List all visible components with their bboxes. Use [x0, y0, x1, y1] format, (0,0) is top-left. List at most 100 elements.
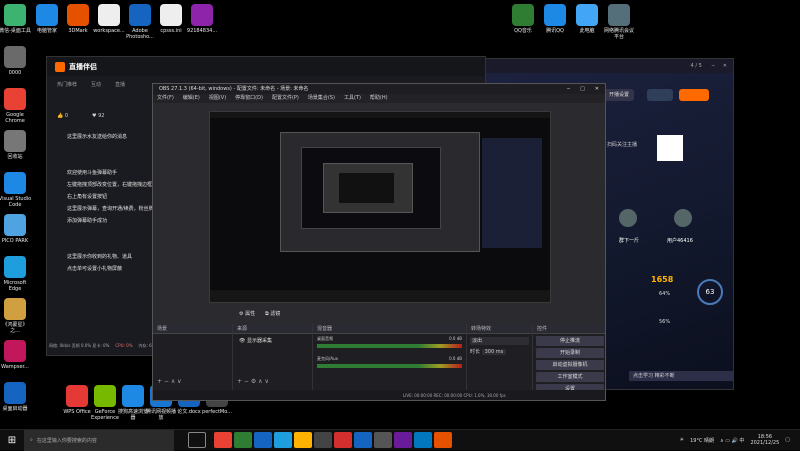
share-button[interactable] [647, 89, 673, 101]
volume-slider[interactable] [317, 344, 462, 348]
app-icon [129, 4, 151, 26]
desktop-icon[interactable]: PICO PARK [0, 214, 32, 244]
menu-item[interactable]: 场景集合(S) [308, 94, 335, 103]
desktop-icon[interactable]: 桌面启动器 [0, 382, 32, 412]
desktop-icon-label: QQ音乐 [514, 28, 532, 34]
close-icon[interactable]: ✕ [595, 84, 599, 94]
live-settings-button[interactable]: 开播设置 [604, 89, 634, 101]
control-button[interactable]: 启动虚拟摄像机 [536, 360, 604, 370]
search-box[interactable]: ⌕ 在这里输入你要搜索的内容 [24, 429, 174, 451]
menu-item[interactable]: 文件(F) [157, 94, 174, 103]
source-item[interactable]: 👁 显示器采集 [233, 334, 312, 347]
taskbar-app-icon[interactable] [374, 432, 392, 448]
desktop: 微信-桌面工具 0000 Google Chrome 回收站 Visual Studio… [0, 0, 800, 451]
menu-item[interactable]: 帮助(H) [370, 94, 388, 103]
desktop-icon[interactable]: 网络腾讯会议平台 [602, 4, 636, 40]
app-icon [160, 4, 182, 26]
app-icon [4, 256, 26, 278]
notification-icon[interactable]: ▢ [785, 437, 790, 443]
transition-select[interactable]: 淡出 [470, 337, 529, 345]
desktop-icon[interactable]: 0000 [0, 46, 32, 76]
desktop-icon-label: WPS Office [63, 409, 91, 415]
qr-caption: 扫码关注主播 [607, 142, 638, 148]
task-view-icon[interactable] [188, 432, 206, 448]
clock-date[interactable]: 2021/12/25 [750, 440, 779, 446]
minimize-icon[interactable]: ─ [712, 63, 715, 69]
mixer-track: 麦克风/Aux 0.0 dB [317, 356, 462, 361]
menu-bar: 文件(F) 编辑(E) 视图(V) 停靠窗口(D) 配置文件(P) 场景集合(S) 工具(T… [153, 94, 605, 103]
desktop-icon[interactable]: 此电脑 [570, 4, 604, 34]
desktop-icon-label: 论文.docx [177, 409, 201, 415]
desktop-icon[interactable]: 电脑管家 [30, 4, 64, 34]
controls-dock: 控件 停止推流开始录制启动虚拟摄像机工作室模式设置退出 [533, 324, 605, 400]
app-icon [4, 340, 26, 362]
desktop-icon[interactable]: 92184834... [185, 4, 219, 34]
start-live-button[interactable] [679, 89, 709, 101]
app-icon [512, 4, 534, 26]
weather-icon[interactable]: ☀ [680, 437, 684, 443]
start-icon[interactable]: ⊞ [0, 430, 24, 451]
menu-item[interactable]: 视图(V) [209, 94, 226, 103]
gauge: 63 [697, 279, 723, 305]
menu-item[interactable]: 编辑(E) [183, 94, 200, 103]
taskbar-app-icon[interactable] [214, 432, 232, 448]
desktop-icon[interactable]: Microsoft Edge [0, 256, 32, 292]
tab-hot[interactable]: 热门推荐 [57, 81, 77, 88]
taskbar-app-icon[interactable] [394, 432, 412, 448]
menu-item[interactable]: 停靠窗口(D) [235, 94, 263, 103]
control-button[interactable]: 开始录制 [536, 348, 604, 358]
desktop-icon-label: Wampser... [1, 364, 29, 370]
desktop-icon-label: 微信-桌面工具 [0, 28, 31, 34]
tab-live[interactable]: 直播 [115, 81, 125, 88]
desktop-icon-label: GeForce Experience [91, 409, 119, 421]
minimize-icon[interactable]: ─ [567, 84, 570, 94]
close-icon[interactable]: ✕ [723, 63, 727, 69]
taskbar-app-icon[interactable] [254, 432, 272, 448]
desktop-icon[interactable]: Visual Studio Code [0, 172, 32, 208]
app-icon [4, 4, 26, 26]
menu-item[interactable]: 配置文件(P) [272, 94, 299, 103]
desktop-icon[interactable]: cpsss.ini [154, 4, 188, 34]
preview-canvas[interactable] [209, 111, 551, 303]
user-name: 群下一斤 [619, 238, 640, 244]
desktop-icon[interactable]: Google Chrome [0, 88, 32, 124]
scene-controls[interactable]: + − ∧ ∨ [157, 378, 182, 385]
taskbar-app-icon[interactable] [354, 432, 372, 448]
volume-slider[interactable] [317, 364, 462, 368]
taskbar-app-icon[interactable] [314, 432, 332, 448]
properties-button[interactable]: ⚙ 属性 [239, 310, 255, 317]
maximize-icon[interactable]: □ [580, 84, 585, 94]
desktop-icon[interactable]: QQ音乐 [506, 4, 540, 34]
weather[interactable]: 19°C 晴朗 [690, 437, 714, 444]
taskbar-app-icon[interactable] [294, 432, 312, 448]
desktop-icon[interactable]: 腾讯QQ [538, 4, 572, 34]
desktop-icon[interactable]: 微信-桌面工具 [0, 4, 32, 34]
desktop-icon[interactable]: 3DMark [61, 4, 95, 34]
tray-icons[interactable]: ∧ ▭ 🔊 中 [720, 437, 744, 444]
filters-button[interactable]: ⧉ 滤镜 [265, 310, 280, 317]
desktop-icon-label: 回收站 [7, 154, 23, 160]
nested-obs-window [280, 132, 480, 252]
taskbar-app-icon[interactable] [334, 432, 352, 448]
tab-interact[interactable]: 互动 [91, 81, 101, 88]
taskbar-app-icon[interactable] [414, 432, 432, 448]
desktop-icon-label: 电脑管家 [36, 28, 57, 34]
taskbar-app-icon[interactable] [234, 432, 252, 448]
duration-field[interactable]: 时长 300 ms [470, 348, 529, 355]
qr-code [657, 135, 683, 161]
source-controls[interactable]: + − ⚙ ∧ ∨ [237, 378, 269, 385]
menu-item[interactable]: 工具(T) [344, 94, 361, 103]
desktop-icon[interactable]: Wampser... [0, 340, 32, 370]
desktop-icon-label: cpsss.ini [160, 28, 182, 34]
taskbar-app-icon[interactable] [434, 432, 452, 448]
control-button[interactable]: 工作室模式 [536, 372, 604, 382]
desktop-icon[interactable]: 《鸿蒙星》之... [0, 298, 32, 334]
desktop-icon[interactable]: workspace... [92, 4, 126, 34]
taskbar-app-icon[interactable] [274, 432, 292, 448]
like-count: 👍 0 [57, 113, 69, 119]
desktop-icon[interactable]: Adobe Photosho... [123, 4, 157, 40]
network-status: 网络: 0kb/s 丢帧 0.0% 显卡: 0% [49, 343, 110, 348]
desktop-icon[interactable]: 回收站 [0, 130, 32, 160]
control-button[interactable]: 停止推流 [536, 336, 604, 346]
sources-dock: 来源 👁 显示器采集 + − ⚙ ∧ ∨ [233, 324, 313, 390]
